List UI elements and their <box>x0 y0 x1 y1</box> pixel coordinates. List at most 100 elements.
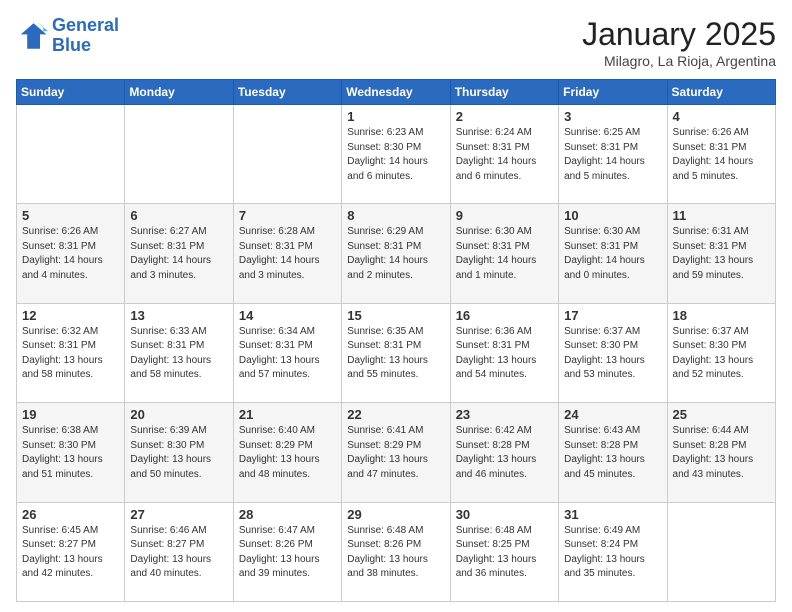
day-number: 3 <box>564 109 661 124</box>
day-number: 7 <box>239 208 336 223</box>
calendar-cell <box>17 105 125 204</box>
day-number: 6 <box>130 208 227 223</box>
calendar-cell: 10 Sunrise: 6:30 AM Sunset: 8:31 PM Dayli… <box>559 204 667 303</box>
day-info: Sunrise: 6:26 AM Sunset: 8:31 PM Dayligh… <box>673 126 770 184</box>
calendar-week-row: 1Sunrise: 6:23 AM Sunset: 8:30 PM Daylig… <box>17 105 776 204</box>
calendar-cell: 22Sunrise: 6:41 AM Sunset: 8:29 PM Dayli… <box>342 403 450 502</box>
day-info: Sunrise: 6:40 AM Sunset: 8:29 PM Dayligh… <box>239 424 336 482</box>
calendar-cell: 11Sunrise: 6:31 AM Sunset: 8:31 PM Dayli… <box>667 204 775 303</box>
logo-text: General Blue <box>52 16 119 56</box>
day-info: Sunrise: 6:30 AM Sunset: 8:31 PM Dayligh… <box>456 225 553 283</box>
logo: General Blue <box>16 16 119 56</box>
calendar-cell: 24 Sunrise: 6:43 AM Sunset: 8:28 PM Dayli… <box>559 403 667 502</box>
calendar-cell: 27Sunrise: 6:46 AM Sunset: 8:27 PM Dayli… <box>125 502 233 601</box>
day-info: Sunrise: 6:33 AM Sunset: 8:31 PM Dayligh… <box>130 325 227 383</box>
calendar-cell: 4 Sunrise: 6:26 AM Sunset: 8:31 PM Daylig… <box>667 105 775 204</box>
day-number: 31 <box>564 507 661 522</box>
weekday-header: Friday <box>559 80 667 105</box>
calendar-week-row: 19 Sunrise: 6:38 AM Sunset: 8:30 PM Dayli… <box>17 403 776 502</box>
day-info: Sunrise: 6:31 AM Sunset: 8:31 PM Dayligh… <box>673 225 770 283</box>
page: General Blue January 2025 Milagro, La Ri… <box>0 0 792 612</box>
calendar-cell <box>667 502 775 601</box>
day-info: Sunrise: 6:23 AM Sunset: 8:30 PM Dayligh… <box>347 126 444 184</box>
month-title: January 2025 <box>582 16 776 53</box>
calendar-cell: 7Sunrise: 6:28 AM Sunset: 8:31 PM Daylig… <box>233 204 341 303</box>
day-info: Sunrise: 6:26 AM Sunset: 8:31 PM Dayligh… <box>22 225 119 283</box>
day-info: Sunrise: 6:38 AM Sunset: 8:30 PM Dayligh… <box>22 424 119 482</box>
day-number: 20 <box>130 407 227 422</box>
day-number: 15 <box>347 308 444 323</box>
day-info: Sunrise: 6:48 AM Sunset: 8:26 PM Dayligh… <box>347 524 444 582</box>
day-number: 13 <box>130 308 227 323</box>
day-number: 8 <box>347 208 444 223</box>
day-number: 12 <box>22 308 119 323</box>
day-number: 28 <box>239 507 336 522</box>
calendar-cell: 18Sunrise: 6:37 AM Sunset: 8:30 PM Dayli… <box>667 303 775 402</box>
day-info: Sunrise: 6:39 AM Sunset: 8:30 PM Dayligh… <box>130 424 227 482</box>
calendar-cell: 19 Sunrise: 6:38 AM Sunset: 8:30 PM Dayli… <box>17 403 125 502</box>
header: General Blue January 2025 Milagro, La Ri… <box>16 16 776 69</box>
calendar-cell: 26 Sunrise: 6:45 AM Sunset: 8:27 PM Dayli… <box>17 502 125 601</box>
day-number: 2 <box>456 109 553 124</box>
logo-icon <box>16 20 48 52</box>
calendar-cell: 3 Sunrise: 6:25 AM Sunset: 8:31 PM Daylig… <box>559 105 667 204</box>
day-number: 29 <box>347 507 444 522</box>
weekday-header: Monday <box>125 80 233 105</box>
weekday-header: Wednesday <box>342 80 450 105</box>
day-info: Sunrise: 6:25 AM Sunset: 8:31 PM Dayligh… <box>564 126 661 184</box>
day-info: Sunrise: 6:41 AM Sunset: 8:29 PM Dayligh… <box>347 424 444 482</box>
day-info: Sunrise: 6:35 AM Sunset: 8:31 PM Dayligh… <box>347 325 444 383</box>
day-number: 9 <box>456 208 553 223</box>
calendar-cell: 20 Sunrise: 6:39 AM Sunset: 8:30 PM Dayli… <box>125 403 233 502</box>
weekday-header: Sunday <box>17 80 125 105</box>
calendar-cell: 2 Sunrise: 6:24 AM Sunset: 8:31 PM Daylig… <box>450 105 558 204</box>
logo-line2: Blue <box>52 35 91 55</box>
calendar-cell: 8 Sunrise: 6:29 AM Sunset: 8:31 PM Daylig… <box>342 204 450 303</box>
day-number: 24 <box>564 407 661 422</box>
calendar-cell: 17Sunrise: 6:37 AM Sunset: 8:30 PM Dayli… <box>559 303 667 402</box>
day-info: Sunrise: 6:24 AM Sunset: 8:31 PM Dayligh… <box>456 126 553 184</box>
day-number: 30 <box>456 507 553 522</box>
calendar-cell <box>233 105 341 204</box>
day-number: 16 <box>456 308 553 323</box>
calendar-header-row: SundayMondayTuesdayWednesdayThursdayFrid… <box>17 80 776 105</box>
calendar-cell: 9 Sunrise: 6:30 AM Sunset: 8:31 PM Daylig… <box>450 204 558 303</box>
calendar-week-row: 5 Sunrise: 6:26 AM Sunset: 8:31 PM Daylig… <box>17 204 776 303</box>
day-info: Sunrise: 6:47 AM Sunset: 8:26 PM Dayligh… <box>239 524 336 582</box>
day-number: 27 <box>130 507 227 522</box>
calendar-week-row: 12 Sunrise: 6:32 AM Sunset: 8:31 PM Dayli… <box>17 303 776 402</box>
day-number: 25 <box>673 407 770 422</box>
calendar-cell: 21 Sunrise: 6:40 AM Sunset: 8:29 PM Dayli… <box>233 403 341 502</box>
day-number: 26 <box>22 507 119 522</box>
calendar-cell: 15 Sunrise: 6:35 AM Sunset: 8:31 PM Dayli… <box>342 303 450 402</box>
calendar-cell <box>125 105 233 204</box>
day-number: 17 <box>564 308 661 323</box>
day-number: 21 <box>239 407 336 422</box>
day-info: Sunrise: 6:32 AM Sunset: 8:31 PM Dayligh… <box>22 325 119 383</box>
calendar-cell: 14Sunrise: 6:34 AM Sunset: 8:31 PM Dayli… <box>233 303 341 402</box>
calendar-cell: 13 Sunrise: 6:33 AM Sunset: 8:31 PM Dayli… <box>125 303 233 402</box>
day-info: Sunrise: 6:27 AM Sunset: 8:31 PM Dayligh… <box>130 225 227 283</box>
day-number: 14 <box>239 308 336 323</box>
day-info: Sunrise: 6:30 AM Sunset: 8:31 PM Dayligh… <box>564 225 661 283</box>
calendar-cell: 23Sunrise: 6:42 AM Sunset: 8:28 PM Dayli… <box>450 403 558 502</box>
day-info: Sunrise: 6:49 AM Sunset: 8:24 PM Dayligh… <box>564 524 661 582</box>
day-info: Sunrise: 6:43 AM Sunset: 8:28 PM Dayligh… <box>564 424 661 482</box>
day-number: 4 <box>673 109 770 124</box>
logo-line1: General <box>52 15 119 35</box>
calendar-week-row: 26 Sunrise: 6:45 AM Sunset: 8:27 PM Dayli… <box>17 502 776 601</box>
calendar-cell: 5 Sunrise: 6:26 AM Sunset: 8:31 PM Daylig… <box>17 204 125 303</box>
day-number: 23 <box>456 407 553 422</box>
day-info: Sunrise: 6:48 AM Sunset: 8:25 PM Dayligh… <box>456 524 553 582</box>
calendar-cell: 30 Sunrise: 6:48 AM Sunset: 8:25 PM Dayli… <box>450 502 558 601</box>
weekday-header: Tuesday <box>233 80 341 105</box>
calendar-cell: 6 Sunrise: 6:27 AM Sunset: 8:31 PM Daylig… <box>125 204 233 303</box>
day-number: 5 <box>22 208 119 223</box>
day-number: 19 <box>22 407 119 422</box>
calendar-cell: 31 Sunrise: 6:49 AM Sunset: 8:24 PM Dayli… <box>559 502 667 601</box>
day-info: Sunrise: 6:29 AM Sunset: 8:31 PM Dayligh… <box>347 225 444 283</box>
title-block: January 2025 Milagro, La Rioja, Argentin… <box>582 16 776 69</box>
day-info: Sunrise: 6:45 AM Sunset: 8:27 PM Dayligh… <box>22 524 119 582</box>
calendar-cell: 1Sunrise: 6:23 AM Sunset: 8:30 PM Daylig… <box>342 105 450 204</box>
day-number: 10 <box>564 208 661 223</box>
